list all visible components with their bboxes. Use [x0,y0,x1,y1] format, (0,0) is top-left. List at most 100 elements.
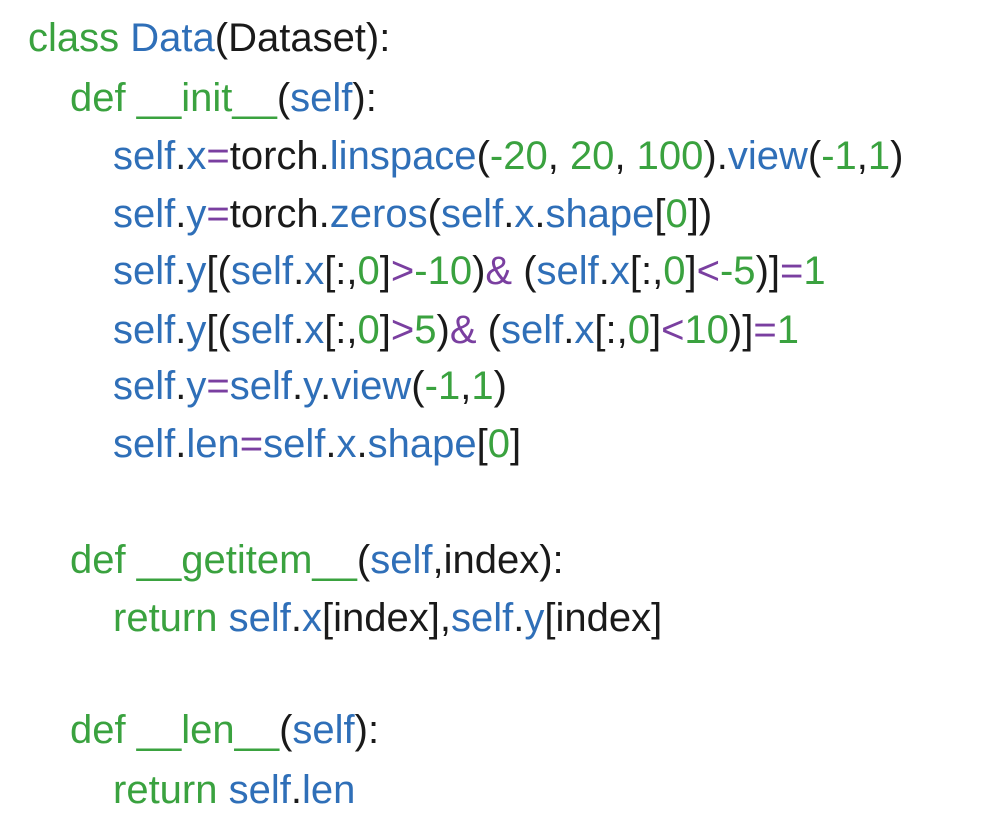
code-line: def __len__(self): [70,706,379,754]
code-token: = [753,308,777,352]
code-token: = [239,422,264,466]
code-token: . [534,192,546,236]
code-token: self [229,364,292,408]
code-token: ( [279,708,293,752]
code-token: len [301,768,356,812]
code-token: . [290,768,302,812]
code-token: [:, [594,308,628,352]
code-line: class Data(Dataset): [28,14,390,62]
code-token: . [175,308,187,352]
code-token: = [206,364,230,408]
code-token: > [390,308,415,352]
code-token: . [318,192,330,236]
code-token: torch [229,192,319,236]
code-token: ( [476,308,501,352]
code-token: x [301,596,322,640]
code-token: [:, [324,308,358,352]
code-token: = [206,134,230,178]
code-token: . [563,308,575,352]
code-token: self [290,76,353,120]
code-token: y [186,192,207,236]
code-token: & [449,308,477,352]
code-token: 1 [867,134,891,178]
code-token: self [500,308,564,352]
code-token: & [485,249,513,293]
code-token: ): [352,76,377,120]
code-token: -1 [424,364,461,408]
code-line: def __init__(self): [70,74,377,122]
code-token: [:, [629,249,664,293]
code-token: x [336,422,357,466]
code-token: self [370,538,433,582]
code-token: 5 [414,308,437,352]
code-token: )] [755,249,780,293]
code-token: self [113,308,176,352]
code-token: def [70,708,137,752]
code-line: self.x=torch.linspace(-20, 20, 100).view… [113,132,904,180]
code-token: < [696,249,720,293]
code-token: > [390,249,415,293]
code-line: return self.len [113,766,355,814]
code-token: 0 [663,249,686,293]
code-token: , [614,134,637,178]
code-token: self [536,249,599,293]
code-token: ] [649,308,662,352]
code-token: ]) [687,192,713,236]
code-token: ( [276,76,291,120]
code-line: self.y[(self.x[:,0]>-10)& (self.x[:,0]<-… [113,247,826,295]
code-token: ] [509,422,522,466]
code-token: ( [427,192,441,236]
code-token: ): [354,708,380,752]
code-line: self.y=torch.zeros(self.x.shape[0]) [113,190,712,238]
code-token: y [186,249,207,293]
code-token: self [230,249,294,293]
code-token: ) [493,364,507,408]
code-token: view [331,364,412,408]
code-token: shape [545,192,655,236]
code-token: x [574,308,595,352]
code-token: shape [367,422,477,466]
code-token: [index], [321,596,451,640]
code-token: class [28,16,131,60]
code-token: . [513,596,525,640]
code-token: y [524,596,545,640]
code-token: < [661,308,685,352]
code-token: , [856,134,868,178]
code-token: self [113,192,176,236]
code-token: self [228,596,291,640]
code-token: return [113,596,229,640]
code-token: [:, [324,249,358,293]
code-token: x [514,192,535,236]
code-line: def __getitem__(self,index): [70,536,564,584]
code-token: -20 [489,134,548,178]
code-token: view [727,134,808,178]
code-token: (Dataset): [214,16,391,60]
code-token: 100 [636,134,704,178]
code-token: . [291,364,304,408]
code-token: zeros [329,192,428,236]
code-token: . [356,422,368,466]
code-token: 1 [803,249,826,293]
code-token: x [609,249,630,293]
code-token: ( [512,249,537,293]
code-token: self [113,134,176,178]
code-token: ] [685,249,697,293]
code-token: self [440,192,504,236]
code-token: ( [807,134,822,178]
code-token: . [290,596,302,640]
code-token: self [263,422,326,466]
code-token: . [320,364,332,408]
code-token: return [113,768,229,812]
code-token: y [186,364,207,408]
code-line: self.y=self.y.view(-1,1) [113,362,507,410]
code-token: self [113,364,176,408]
code-token: linspace [329,134,477,178]
code-token: x [304,249,325,293]
code-token: ( [356,538,371,582]
code-token: __getitem__ [136,538,357,582]
code-token: x [186,134,207,178]
code-token: , [547,134,570,178]
code-token: ) [890,134,904,178]
code-token: self [292,708,355,752]
code-token: . [293,308,305,352]
